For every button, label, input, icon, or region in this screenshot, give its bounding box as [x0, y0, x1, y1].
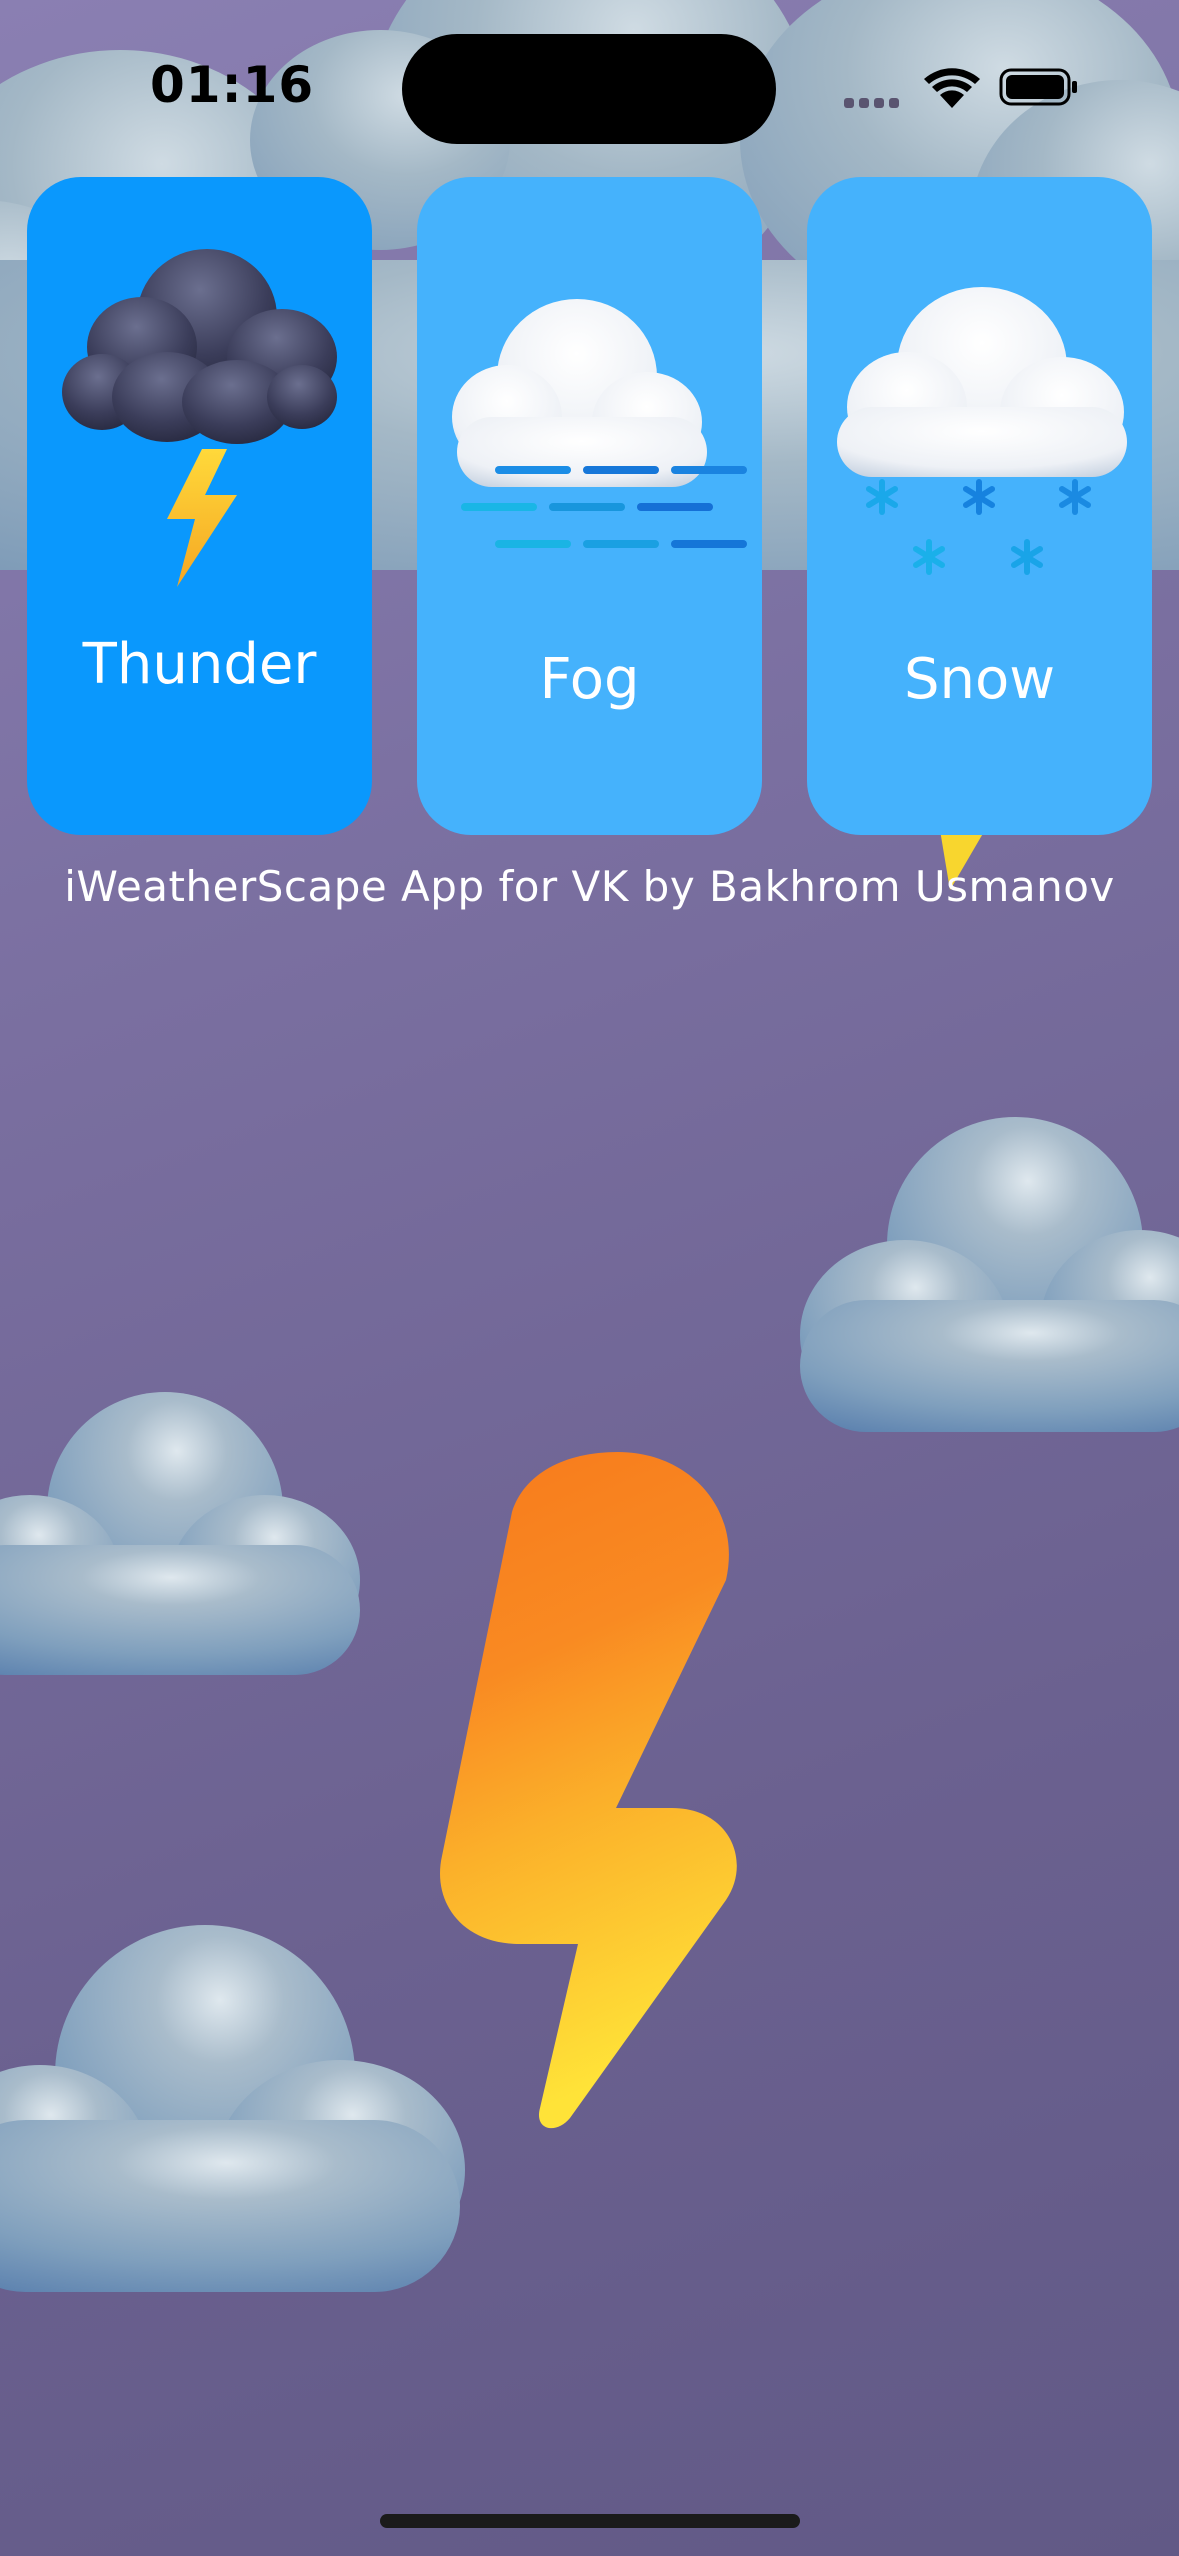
weather-card-thunder[interactable]: Thunder: [27, 177, 372, 835]
wifi-icon: [924, 68, 980, 108]
weather-card-list: Thunder Fog Snow: [27, 177, 1153, 837]
thunderstorm-icon: [62, 249, 337, 587]
home-indicator[interactable]: [380, 2514, 800, 2528]
fog-icon: [452, 299, 747, 548]
status-bar: 01:16: [0, 0, 1179, 160]
app-credit-text: iWeatherScape App for VK by Bakhrom Usma…: [64, 862, 1115, 911]
battery-icon: [999, 68, 1077, 106]
cloud-right: [800, 1117, 1179, 1432]
card-label-snow: Snow: [903, 647, 1056, 712]
card-label-thunder: Thunder: [82, 632, 317, 697]
cloud-left-bottom: [0, 1925, 465, 2292]
card-label-fog: Fog: [539, 647, 640, 712]
lightning-bolt-icon: [440, 1452, 737, 2129]
weather-card-fog[interactable]: Fog: [417, 177, 762, 835]
cellular-signal-icon: [844, 98, 899, 108]
snow-icon: [837, 287, 1127, 575]
dynamic-island: [402, 34, 776, 144]
status-icons: [844, 68, 1077, 108]
status-time: 01:16: [150, 56, 315, 114]
weather-card-snow[interactable]: Snow: [807, 177, 1152, 835]
cloud-left-middle: [0, 1392, 360, 1675]
